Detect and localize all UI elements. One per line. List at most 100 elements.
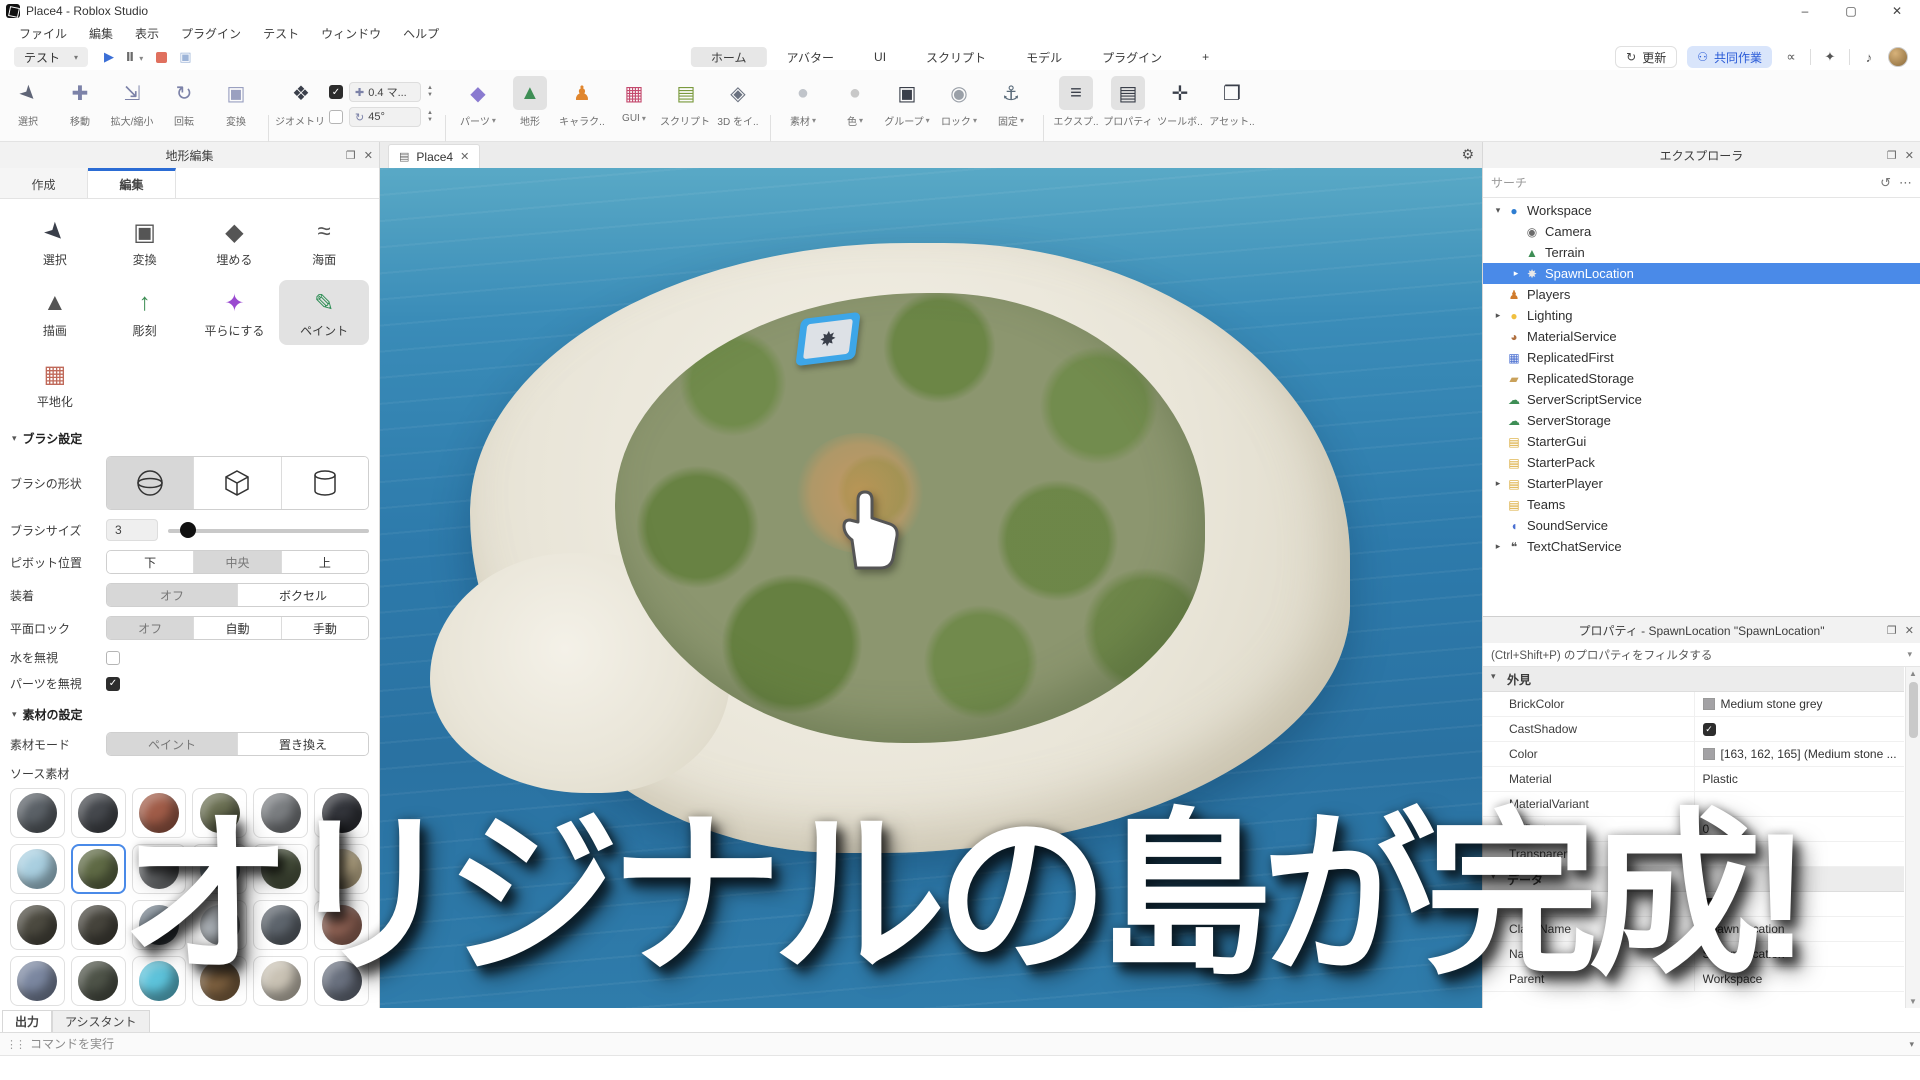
update-button[interactable]: ↻ 更新 bbox=[1615, 46, 1677, 68]
menu-item[interactable]: ウィンドウ bbox=[310, 25, 392, 42]
pivot-option[interactable]: 下 bbox=[107, 551, 194, 573]
ribbon-tab[interactable]: プラグイン bbox=[1082, 47, 1182, 67]
device-emulator-icon[interactable]: ▣ bbox=[179, 49, 191, 65]
menu-item[interactable]: 表示 bbox=[124, 25, 170, 42]
scrollbar-thumb[interactable] bbox=[1909, 682, 1918, 738]
stop-icon[interactable] bbox=[156, 52, 167, 63]
chevron-down-icon[interactable]: ▾ bbox=[12, 433, 17, 444]
tree-item[interactable]: ♟ Players bbox=[1483, 284, 1920, 305]
snap-rotate-checkbox[interactable]: ✓ bbox=[329, 110, 343, 124]
snap-move-field[interactable]: ✚ 0.4 マ... bbox=[349, 82, 421, 102]
ribbon-tab[interactable]: アバター bbox=[767, 47, 855, 67]
terrain-tool[interactable]: ◆ 埋める bbox=[190, 209, 280, 274]
plane-lock-option[interactable]: 手動 bbox=[282, 617, 368, 639]
expand-arrow-icon[interactable]: ▾ bbox=[1491, 205, 1505, 216]
tree-item[interactable]: ▸ ▤ StarterPlayer bbox=[1483, 473, 1920, 494]
more-options-icon[interactable]: ⋯ bbox=[1899, 175, 1912, 191]
terrain-tool[interactable]: ✦ 平らにする bbox=[190, 280, 280, 345]
test-mode-dropdown[interactable]: テスト ▾ bbox=[14, 47, 88, 67]
expand-arrow-icon[interactable]: ▸ bbox=[1491, 541, 1505, 552]
pivot-option[interactable]: 中央 bbox=[194, 551, 281, 573]
tree-item[interactable]: ▤ Teams bbox=[1483, 494, 1920, 515]
tree-item[interactable]: ▸ ● Lighting bbox=[1483, 305, 1920, 326]
terrain-tool[interactable]: ≈ 海面 bbox=[279, 209, 369, 274]
ribbon-tab[interactable]: スクリプト bbox=[906, 47, 1006, 67]
brush-shape-cube[interactable] bbox=[194, 457, 281, 509]
brush-size-slider[interactable] bbox=[168, 522, 369, 538]
ignore-parts-checkbox[interactable]: ✓ bbox=[106, 677, 120, 691]
expand-arrow-icon[interactable]: ▸ bbox=[1509, 268, 1523, 279]
terrain-tool[interactable]: ✎ ペイント bbox=[279, 280, 369, 345]
properties-filter[interactable]: (Ctrl+Shift+P) のプロパティをフィルタする ▾ bbox=[1483, 643, 1920, 667]
snapping-option[interactable]: オフ bbox=[107, 584, 238, 606]
output-tab[interactable]: アシスタント bbox=[52, 1010, 150, 1032]
expand-arrow-icon[interactable]: ▸ bbox=[1491, 310, 1505, 321]
ignore-water-checkbox[interactable]: ✓ bbox=[106, 651, 120, 665]
play-icon[interactable]: ▶ bbox=[104, 49, 114, 65]
collaborate-button[interactable]: ⚇ 共同作業 bbox=[1687, 46, 1772, 68]
float-panel-icon[interactable]: ❐ bbox=[1887, 624, 1897, 637]
ribbon-tab[interactable]: モデル bbox=[1006, 47, 1082, 67]
terrain-tab[interactable]: 編集 bbox=[88, 168, 176, 198]
ribbon-tab[interactable]: UI bbox=[854, 47, 906, 67]
close-panel-icon[interactable]: ✕ bbox=[364, 149, 373, 162]
menu-item[interactable]: プラグイン bbox=[170, 25, 252, 42]
user-avatar[interactable] bbox=[1888, 47, 1908, 67]
terrain-tab[interactable]: 作成 bbox=[0, 168, 88, 198]
tree-item[interactable]: ▦ ReplicatedFirst bbox=[1483, 347, 1920, 368]
tree-item[interactable]: ▸ ❝ TextChatService bbox=[1483, 536, 1920, 557]
close-button[interactable]: ✕ bbox=[1874, 0, 1920, 22]
explorer-search-input[interactable] bbox=[1491, 176, 1872, 190]
float-panel-icon[interactable]: ❐ bbox=[346, 149, 356, 162]
ribbon-tab[interactable]: ホーム bbox=[691, 47, 767, 67]
spawn-location-tile[interactable]: ✸ bbox=[795, 312, 860, 366]
material-mode-option[interactable]: 置き換え bbox=[238, 733, 368, 755]
output-tab[interactable]: 出力 bbox=[2, 1010, 52, 1032]
terrain-tool[interactable]: ▣ 変換 bbox=[100, 209, 190, 274]
place-tab[interactable]: ▤ Place4 ✕ bbox=[388, 144, 480, 168]
snap-rotate-field[interactable]: ↻ 45° bbox=[349, 107, 421, 127]
maximize-button[interactable]: ▢ bbox=[1828, 0, 1874, 22]
tree-item[interactable]: ☁ ServerStorage bbox=[1483, 410, 1920, 431]
terrain-tool[interactable]: ▦ 平地化 bbox=[10, 351, 100, 416]
notifications-bell-icon[interactable]: ♪ bbox=[1860, 50, 1878, 65]
scrollbar[interactable]: ▲ ▼ bbox=[1905, 667, 1920, 1008]
tree-item[interactable]: ▰ ReplicatedStorage bbox=[1483, 368, 1920, 389]
close-tab-icon[interactable]: ✕ bbox=[460, 150, 469, 163]
tree-item[interactable]: ☁ ServerScriptService bbox=[1483, 389, 1920, 410]
share-icon[interactable]: ∝ bbox=[1782, 49, 1800, 65]
chevron-down-icon[interactable]: ▾ bbox=[12, 709, 17, 720]
expand-arrow-icon[interactable]: ▸ bbox=[1491, 478, 1505, 489]
property-row[interactable]: CastShadow ✓ bbox=[1483, 717, 1904, 742]
tree-item[interactable]: ▤ StarterGui bbox=[1483, 431, 1920, 452]
tree-item[interactable]: ◕ MaterialService bbox=[1483, 326, 1920, 347]
tree-item[interactable]: ▾ ● Workspace bbox=[1483, 200, 1920, 221]
drag-handle-icon[interactable]: ⋮⋮ bbox=[6, 1038, 24, 1051]
stepper[interactable]: ▲▼ bbox=[427, 110, 433, 124]
chevron-down-icon[interactable]: ▾ bbox=[1909, 1039, 1914, 1050]
brush-size-input[interactable]: 3 bbox=[106, 519, 158, 541]
brush-shape-sphere[interactable] bbox=[107, 457, 194, 509]
menu-item[interactable]: テスト bbox=[252, 25, 310, 42]
snapping-option[interactable]: ボクセル bbox=[238, 584, 368, 606]
ai-sparkle-icon[interactable]: ✦ bbox=[1821, 49, 1839, 65]
pause-icon[interactable]: Ⅱ ▾ bbox=[126, 50, 144, 64]
terrain-tool[interactable]: ▲ 描画 bbox=[10, 280, 100, 345]
command-input[interactable] bbox=[30, 1037, 1903, 1051]
minimize-button[interactable]: – bbox=[1782, 0, 1828, 22]
history-icon[interactable]: ↺ bbox=[1880, 175, 1891, 191]
gear-icon[interactable]: ⚙ bbox=[1461, 146, 1474, 163]
scroll-down-icon[interactable]: ▼ bbox=[1909, 997, 1917, 1006]
property-row[interactable]: 外見 ✓ bbox=[1483, 667, 1904, 692]
property-row[interactable]: Color ✓ [163, 162, 165] (Medium stone ..… bbox=[1483, 742, 1904, 767]
tree-item[interactable]: ◉ Camera bbox=[1483, 221, 1920, 242]
menu-item[interactable]: 編集 bbox=[78, 25, 124, 42]
plane-lock-option[interactable]: オフ bbox=[107, 617, 194, 639]
terrain-tool[interactable]: ↑ 彫刻 bbox=[100, 280, 190, 345]
tree-item[interactable]: ▤ StarterPack bbox=[1483, 452, 1920, 473]
property-checkbox[interactable]: ✓ bbox=[1703, 723, 1716, 736]
scroll-up-icon[interactable]: ▲ bbox=[1909, 669, 1917, 678]
menu-item[interactable]: ヘルプ bbox=[392, 25, 450, 42]
ribbon-tab[interactable]: + bbox=[1182, 47, 1229, 67]
pivot-option[interactable]: 上 bbox=[282, 551, 368, 573]
